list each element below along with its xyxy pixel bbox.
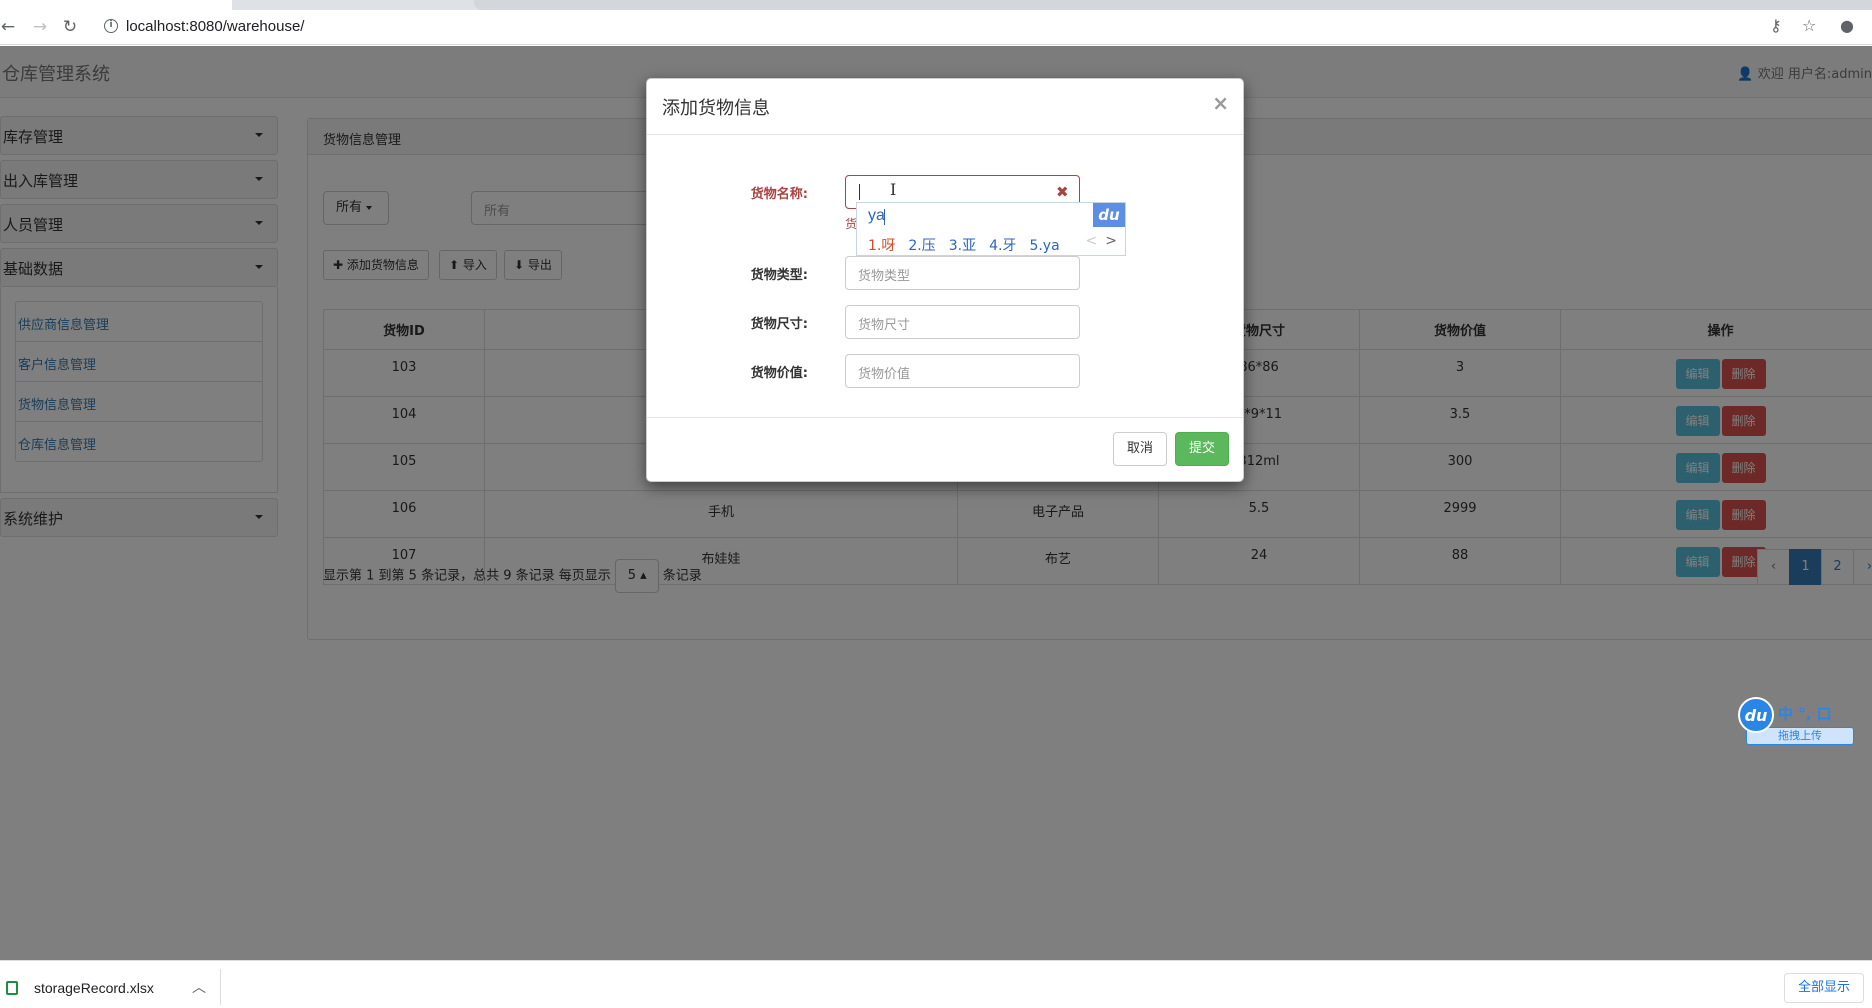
ime-page-arrows: < >: [1086, 233, 1117, 249]
error-x-icon: ✖: [1056, 183, 1069, 201]
ime-cursor: [884, 209, 885, 225]
ime-candidate[interactable]: 4.牙: [989, 238, 1016, 254]
ime-candidate[interactable]: 5.ya: [1029, 238, 1059, 254]
close-icon[interactable]: ×: [1212, 91, 1229, 115]
baidu-ime-icon[interactable]: du: [1738, 697, 1774, 733]
modal-title: 添加货物信息: [662, 98, 770, 119]
chevron-right-icon[interactable]: >: [1105, 233, 1117, 249]
goods-value-input[interactable]: 货物价值: [845, 354, 1080, 388]
modal-footer: 取消 提交: [647, 417, 1243, 481]
chevron-up-icon[interactable]: ︿: [192, 977, 206, 997]
bookmark-star-icon[interactable]: ☆: [1802, 16, 1816, 35]
browser-toolbar: ← → ↻ i localhost:8080/warehouse/ ⚷ ☆ ●: [0, 10, 1872, 45]
goods-value-label: 货物价值:: [750, 366, 808, 381]
address-bar[interactable]: localhost:8080/warehouse/: [126, 18, 304, 35]
ime-candidate[interactable]: 3.亚: [949, 238, 976, 254]
show-all-button[interactable]: 全部显示: [1784, 973, 1864, 1003]
download-file-name[interactable]: storageRecord.xlsx: [34, 980, 154, 996]
cancel-button[interactable]: 取消: [1113, 432, 1167, 466]
key-icon[interactable]: ⚷: [1770, 16, 1782, 35]
goods-size-input[interactable]: 货物尺寸: [845, 305, 1080, 339]
browser-tab-active[interactable]: [0, 0, 232, 10]
chevron-left-icon[interactable]: <: [1086, 233, 1098, 249]
ime-candidate[interactable]: 2.压: [908, 238, 935, 254]
goods-value-row: 货物价值: 货物价值: [647, 354, 1245, 388]
goods-name-label: 货物名称:: [750, 187, 808, 202]
goods-type-input[interactable]: 货物类型: [845, 256, 1080, 290]
goods-type-row: 货物类型: 货物类型: [647, 256, 1245, 290]
site-info-icon[interactable]: i: [104, 19, 118, 33]
modal-header: 添加货物信息 ×: [647, 79, 1243, 135]
reload-icon[interactable]: ↻: [56, 14, 84, 40]
submit-button[interactable]: 提交: [1175, 432, 1229, 466]
tab-strip: [0, 0, 1872, 10]
profile-icon[interactable]: ●: [1840, 16, 1854, 35]
goods-size-label: 货物尺寸:: [750, 317, 808, 332]
forward-icon[interactable]: →: [26, 14, 54, 40]
divider: [220, 969, 221, 1005]
ime-candidate-popup: ya du 1.呀 2.压 3.亚 4.牙 5.ya < >: [856, 202, 1126, 256]
download-bar: storageRecord.xlsx ︿ 全部显示: [0, 960, 1872, 1008]
goods-size-row: 货物尺寸: 货物尺寸: [647, 305, 1245, 339]
add-goods-modal: 添加货物信息 × 货物名称: I ✖ 货 货物类型: 货物类型 货物尺寸: 货物…: [646, 78, 1244, 482]
ime-floating-toolbar: 拖拽上传 du 中 °, 口: [1738, 697, 1872, 747]
browser-tab-inactive[interactable]: [474, 0, 1872, 10]
back-icon[interactable]: ←: [0, 14, 22, 40]
excel-file-icon: [6, 981, 18, 995]
text-cursor: [859, 184, 860, 200]
ime-pinyin: ya: [868, 207, 885, 224]
goods-type-label: 货物类型:: [750, 268, 808, 283]
ime-toolbar-items[interactable]: 中 °, 口: [1778, 703, 1832, 724]
ime-candidate[interactable]: 1.呀: [868, 238, 895, 254]
mouse-ibeam-icon: I: [890, 180, 897, 199]
ime-candidate-list: 1.呀 2.压 3.亚 4.牙 5.ya: [868, 235, 1073, 255]
baidu-logo-icon: du: [1093, 203, 1125, 227]
